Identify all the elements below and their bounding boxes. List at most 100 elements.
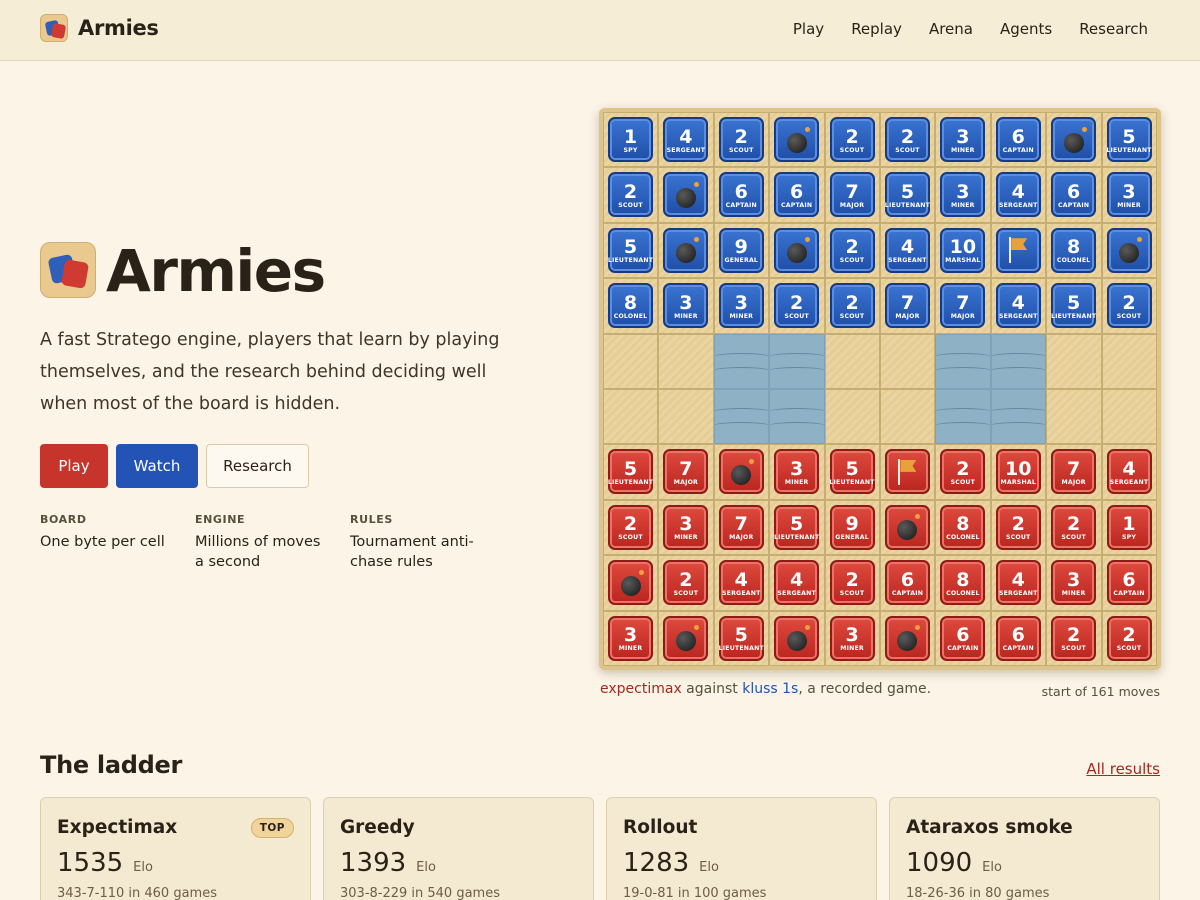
board-cell[interactable]: 6 CAPTAIN <box>1101 555 1157 611</box>
board-cell[interactable] <box>713 444 770 500</box>
board-cell[interactable]: 6 CAPTAIN <box>990 112 1047 168</box>
red-piece[interactable]: 9 GENERAL <box>829 504 875 550</box>
red-piece[interactable]: 3 MINER <box>829 615 875 661</box>
board-cell[interactable]: 3 MINER <box>824 610 880 666</box>
red-piece[interactable]: 4 SERGEANT <box>774 560 820 606</box>
board-cell[interactable]: 4 SERGEANT <box>990 555 1047 611</box>
blue-piece[interactable]: 2 SCOUT <box>829 283 875 329</box>
board-cell[interactable]: 10 MARSHAL <box>990 444 1047 500</box>
board-cell[interactable] <box>879 610 936 666</box>
board-cell[interactable]: 2 SCOUT <box>603 499 659 556</box>
board-cell[interactable]: 3 MINER <box>713 278 770 334</box>
board-cell[interactable] <box>1101 333 1157 389</box>
board-cell[interactable]: 3 MINER <box>658 278 714 334</box>
red-piece[interactable]: 7 MAJOR <box>663 449 709 495</box>
blue-piece[interactable]: 3 MINER <box>940 172 986 218</box>
blue-piece[interactable]: 3 MINER <box>663 283 709 329</box>
board-cell[interactable] <box>603 388 659 445</box>
board-cell[interactable]: 7 MAJOR <box>713 499 770 556</box>
board-cell[interactable]: 4 SERGEANT <box>990 278 1047 334</box>
blue-piece[interactable]: 6 CAPTAIN <box>718 172 764 218</box>
blue-piece[interactable]: 2 SCOUT <box>1106 283 1152 329</box>
red-piece[interactable]: 6 CAPTAIN <box>940 615 986 661</box>
blue-flag-piece[interactable] <box>995 227 1041 273</box>
red-piece[interactable]: 6 CAPTAIN <box>1106 560 1152 606</box>
board-cell[interactable]: 3 MINER <box>935 112 991 168</box>
ladder-card[interactable]: Expectimax TOP 1535 Elo 343-7-110 in 460… <box>40 797 311 900</box>
blue-bomb-piece[interactable] <box>663 172 709 218</box>
player-red-link[interactable]: expectimax <box>600 681 682 697</box>
board-cell[interactable]: 2 SCOUT <box>824 112 880 168</box>
blue-piece[interactable]: 3 MINER <box>1106 172 1152 218</box>
board-cell[interactable] <box>658 388 714 445</box>
blue-piece[interactable]: 6 CAPTAIN <box>995 117 1041 162</box>
board-cell[interactable] <box>658 167 714 223</box>
board-cell[interactable]: 2 SCOUT <box>713 112 770 168</box>
board-cell[interactable]: 2 SCOUT <box>935 444 991 500</box>
board-cell[interactable]: 3 MINER <box>1046 555 1102 611</box>
red-bomb-piece[interactable] <box>663 615 709 661</box>
blue-piece[interactable]: 10 MARSHAL <box>940 227 986 273</box>
board-cell[interactable] <box>658 333 714 389</box>
blue-bomb-piece[interactable] <box>1051 117 1097 162</box>
blue-piece[interactable]: 4 SERGEANT <box>884 227 930 273</box>
ladder-card[interactable]: Ataraxos smoke 1090 Elo 18-26-36 in 80 g… <box>889 797 1160 900</box>
board-cell[interactable]: 3 MINER <box>658 499 714 556</box>
all-results-link[interactable]: All results <box>1086 760 1160 778</box>
board-cell[interactable]: 2 SCOUT <box>990 499 1047 556</box>
player-blue-link[interactable]: kluss 1s <box>742 681 798 697</box>
board-cell[interactable]: 4 SERGEANT <box>990 167 1047 223</box>
board-cell[interactable]: 4 SERGEANT <box>769 555 825 611</box>
board-cell[interactable]: 8 COLONEL <box>603 278 659 334</box>
nav-replay[interactable]: Replay <box>851 20 902 38</box>
board-cell[interactable]: 8 COLONEL <box>935 499 991 556</box>
board-cell[interactable]: 2 SCOUT <box>1101 278 1157 334</box>
red-piece[interactable]: 2 SCOUT <box>829 560 875 606</box>
blue-piece[interactable]: 3 MINER <box>718 283 764 329</box>
brand-link[interactable]: Armies <box>40 14 159 42</box>
board-cell[interactable] <box>1046 333 1102 389</box>
red-bomb-piece[interactable] <box>884 615 930 661</box>
board-cell[interactable] <box>879 444 936 500</box>
board-cell[interactable]: 2 SCOUT <box>603 167 659 223</box>
nav-agents[interactable]: Agents <box>1000 20 1052 38</box>
ladder-card[interactable]: Greedy 1393 Elo 303-8-229 in 540 games <box>323 797 594 900</box>
blue-bomb-piece[interactable] <box>1106 227 1152 273</box>
red-piece[interactable]: 2 SCOUT <box>663 560 709 606</box>
blue-piece[interactable]: 7 MAJOR <box>940 283 986 329</box>
board-cell[interactable] <box>769 222 825 279</box>
board-cell[interactable]: 7 MAJOR <box>935 278 991 334</box>
board-cell[interactable]: 1 SPY <box>603 112 659 168</box>
board-cell[interactable]: 10 MARSHAL <box>935 222 991 279</box>
board-cell[interactable]: 9 GENERAL <box>824 499 880 556</box>
blue-bomb-piece[interactable] <box>774 227 820 273</box>
board-cell[interactable]: 4 SERGEANT <box>1101 444 1157 500</box>
red-piece[interactable]: 3 MINER <box>1051 560 1097 606</box>
board-cell[interactable]: 2 SCOUT <box>1046 610 1102 666</box>
red-flag-piece[interactable] <box>884 449 930 495</box>
red-bomb-piece[interactable] <box>884 504 930 550</box>
blue-bomb-piece[interactable] <box>774 117 820 162</box>
board-cell[interactable]: 4 SERGEANT <box>658 112 714 168</box>
board-cell[interactable] <box>769 610 825 666</box>
board-cell[interactable] <box>879 388 936 445</box>
board-cell[interactable]: 4 SERGEANT <box>713 555 770 611</box>
red-piece[interactable]: 6 CAPTAIN <box>995 615 1041 661</box>
blue-piece[interactable]: 8 COLONEL <box>1051 227 1097 273</box>
red-piece[interactable]: 2 SCOUT <box>1106 615 1152 661</box>
board-cell[interactable]: 6 CAPTAIN <box>769 167 825 223</box>
board-cell[interactable] <box>879 333 936 389</box>
red-piece[interactable]: 4 SERGEANT <box>995 560 1041 606</box>
board-cell[interactable] <box>824 333 880 389</box>
blue-piece[interactable]: 2 SCOUT <box>829 227 875 273</box>
blue-piece[interactable]: 5 LIEUTENANT <box>608 227 653 273</box>
play-button[interactable]: Play <box>40 444 108 488</box>
ladder-card[interactable]: Rollout 1283 Elo 19-0-81 in 100 games <box>606 797 877 900</box>
board-cell[interactable]: 2 SCOUT <box>824 222 880 279</box>
blue-piece[interactable]: 2 SCOUT <box>829 117 875 162</box>
board-cell[interactable]: 5 LIEUTENANT <box>1101 112 1157 168</box>
board-cell[interactable]: 2 SCOUT <box>824 555 880 611</box>
nav-arena[interactable]: Arena <box>929 20 973 38</box>
board-cell[interactable]: 5 LIEUTENANT <box>824 444 880 500</box>
blue-piece[interactable]: 7 MAJOR <box>884 283 930 329</box>
